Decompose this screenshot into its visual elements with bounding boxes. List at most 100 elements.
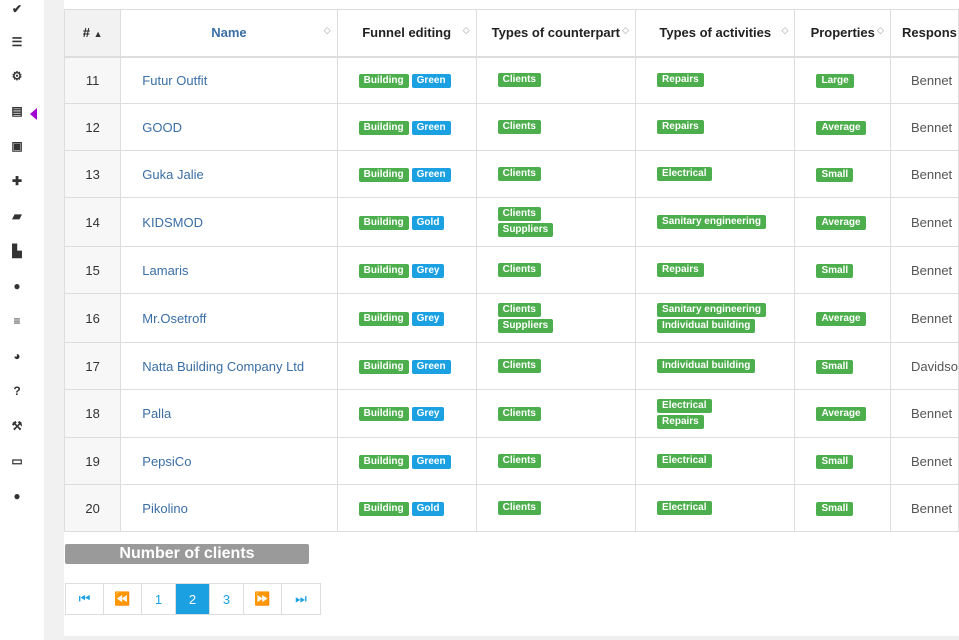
column-header-funnel[interactable]: Funnel editing ◇ xyxy=(336,9,477,58)
column-header-counterpart[interactable]: Types of counterpart ◇ xyxy=(475,9,637,58)
funnel-stage-tag: Green xyxy=(411,120,451,135)
row-number: 13 xyxy=(63,150,122,198)
property-tag: Small xyxy=(816,454,854,469)
counterpart-tag: Clients xyxy=(497,263,541,277)
wrench-icon[interactable]: ⚒ xyxy=(8,417,26,435)
database-icon[interactable]: ≡ xyxy=(8,312,26,330)
pagination: ⏮ ⏪ 1 2 3 ⏩ ⏭ xyxy=(65,583,321,615)
pie-chart-icon[interactable]: ◕ xyxy=(8,347,26,365)
column-header-name-label: Name xyxy=(211,25,247,41)
funnel-stage-tag: Gold xyxy=(411,215,445,230)
client-name-link[interactable]: Natta Building Company Ltd xyxy=(142,359,304,374)
table-row[interactable]: 16 Mr.Osetroff Building Grey Clients Supplier… xyxy=(63,293,959,343)
funnel-tag: Building xyxy=(358,454,409,469)
activity-tag: Repairs xyxy=(657,414,704,429)
counterpart-tag: Clients xyxy=(497,454,541,468)
prev-page-icon: ⏪ xyxy=(114,591,131,606)
client-name-link[interactable]: Lamaris xyxy=(142,263,188,278)
properties-cell: Average xyxy=(794,293,891,343)
responsible-cell: Bennet xyxy=(889,293,959,343)
user-icon[interactable]: ● xyxy=(8,487,26,505)
funnel-stage-tag: Gold xyxy=(411,501,445,516)
counterpart-cell: Clients Suppliers xyxy=(475,293,637,343)
users-icon[interactable]: ● xyxy=(8,277,26,295)
page-button-1[interactable]: 1 xyxy=(142,584,176,614)
sidebar: ✔ ☰ ⚙ ▤ ▣ ✚ ▰ ▙ ● ≡ ◕ ? ⚒ ▭ ● xyxy=(0,0,44,640)
client-name-cell: Palla xyxy=(120,389,338,438)
column-header-properties[interactable]: Properties ◇ xyxy=(794,9,891,58)
counterpart-cell: Clients xyxy=(475,150,637,198)
page-button-2[interactable]: 2 xyxy=(176,584,210,614)
responsible-cell: Davidso xyxy=(889,342,959,390)
table-row[interactable]: 20 Pikolino Building Gold Clients Electrical S… xyxy=(63,484,959,532)
table-row[interactable]: 12 GOOD Building Green Clients Repairs Average… xyxy=(63,103,959,151)
next-page-button[interactable]: ⏩ xyxy=(244,584,282,614)
column-header-number[interactable]: # ▲ xyxy=(63,9,122,58)
client-name-link[interactable]: GOOD xyxy=(142,120,182,135)
row-number: 14 xyxy=(63,197,122,247)
client-name-link[interactable]: KIDSMOD xyxy=(142,215,203,230)
client-name-link[interactable]: Mr.Osetroff xyxy=(142,311,206,326)
activity-tag: Individual building xyxy=(657,319,756,333)
row-number: 12 xyxy=(63,103,122,151)
properties-cell: Average xyxy=(794,389,891,438)
table-row[interactable]: 11 Futur Outfit Building Green Clients Repair… xyxy=(63,56,959,104)
client-name-link[interactable]: Futur Outfit xyxy=(142,73,207,88)
responsible-cell: Bennet xyxy=(889,56,959,104)
counterpart-tag: Clients xyxy=(497,73,541,88)
sort-icon: ◇ xyxy=(781,25,789,35)
counterpart-cell: Clients xyxy=(475,103,637,151)
folder-open-icon[interactable]: ▰ xyxy=(8,207,26,225)
sidebar-gutter xyxy=(44,0,64,640)
funnel-stage-tag: Grey xyxy=(411,311,445,326)
puzzle-icon[interactable]: ✚ xyxy=(8,172,26,190)
client-name-link[interactable]: PepsiCo xyxy=(142,454,191,469)
check-icon[interactable]: ✔ xyxy=(8,0,26,18)
client-name-cell: Pikolino xyxy=(120,484,338,532)
funnel-tag: Building xyxy=(358,263,409,278)
desktop-icon[interactable]: ▭ xyxy=(8,452,26,470)
book-icon[interactable]: ▤ xyxy=(8,102,26,120)
property-tag: Small xyxy=(816,501,854,516)
first-page-button[interactable]: ⏮ xyxy=(66,584,104,614)
activities-cell: Repairs xyxy=(635,246,796,294)
table-row[interactable]: 13 Guka Jalie Building Green Clients Electric… xyxy=(63,150,959,198)
client-name-link[interactable]: Pikolino xyxy=(142,501,188,516)
client-name-cell: Mr.Osetroff xyxy=(120,293,338,343)
list-icon[interactable]: ☰ xyxy=(8,33,26,51)
funnel-tag: Building xyxy=(358,359,409,374)
prev-page-button[interactable]: ⏪ xyxy=(104,584,142,614)
money-icon[interactable]: ▣ xyxy=(8,137,26,155)
column-header-responsible[interactable]: Respons xyxy=(889,9,959,58)
table-row[interactable]: 18 Palla Building Grey Clients Electrical Repa… xyxy=(63,389,959,438)
funnel-tag: Building xyxy=(358,167,409,182)
sort-icon: ◇ xyxy=(877,25,884,35)
properties-cell: Average xyxy=(794,103,891,151)
page-button-3[interactable]: 3 xyxy=(210,584,244,614)
table-row[interactable]: 14 KIDSMOD Building Gold Clients Suppliers San… xyxy=(63,197,959,247)
last-page-button[interactable]: ⏭ xyxy=(282,584,320,614)
funnel-cell: Building Green xyxy=(336,342,477,390)
counterpart-cell: Clients xyxy=(475,342,637,390)
question-icon[interactable]: ? xyxy=(8,382,26,400)
funnel-cell: Building Grey xyxy=(336,246,477,294)
client-name-link[interactable]: Guka Jalie xyxy=(142,167,203,182)
clients-table: # ▲ Name ◇ Funnel editing ◇ Types of count… xyxy=(63,9,959,532)
area-chart-icon[interactable]: ▙ xyxy=(8,242,26,260)
funnel-tag: Building xyxy=(358,501,409,516)
counterpart-tag: Suppliers xyxy=(497,319,554,333)
table-row[interactable]: 15 Lamaris Building Grey Clients Repairs Small… xyxy=(63,246,959,294)
activities-cell: Repairs xyxy=(635,103,796,151)
column-header-name[interactable]: Name ◇ xyxy=(120,9,338,58)
client-name-cell: PepsiCo xyxy=(120,437,338,485)
sort-icon: ◇ xyxy=(462,25,470,35)
table-row[interactable]: 17 Natta Building Company Ltd Building Gree… xyxy=(63,342,959,390)
activities-cell: Sanitary engineering xyxy=(635,197,796,247)
responsible-cell: Bennet xyxy=(889,437,959,485)
cogs-icon[interactable]: ⚙ xyxy=(8,67,26,85)
column-header-funnel-label: Funnel editing xyxy=(362,25,452,41)
property-tag: Average xyxy=(816,120,866,135)
table-row[interactable]: 19 PepsiCo Building Green Clients Electrical S… xyxy=(63,437,959,485)
column-header-activities[interactable]: Types of activities ◇ xyxy=(635,9,796,58)
client-name-link[interactable]: Palla xyxy=(142,406,171,421)
